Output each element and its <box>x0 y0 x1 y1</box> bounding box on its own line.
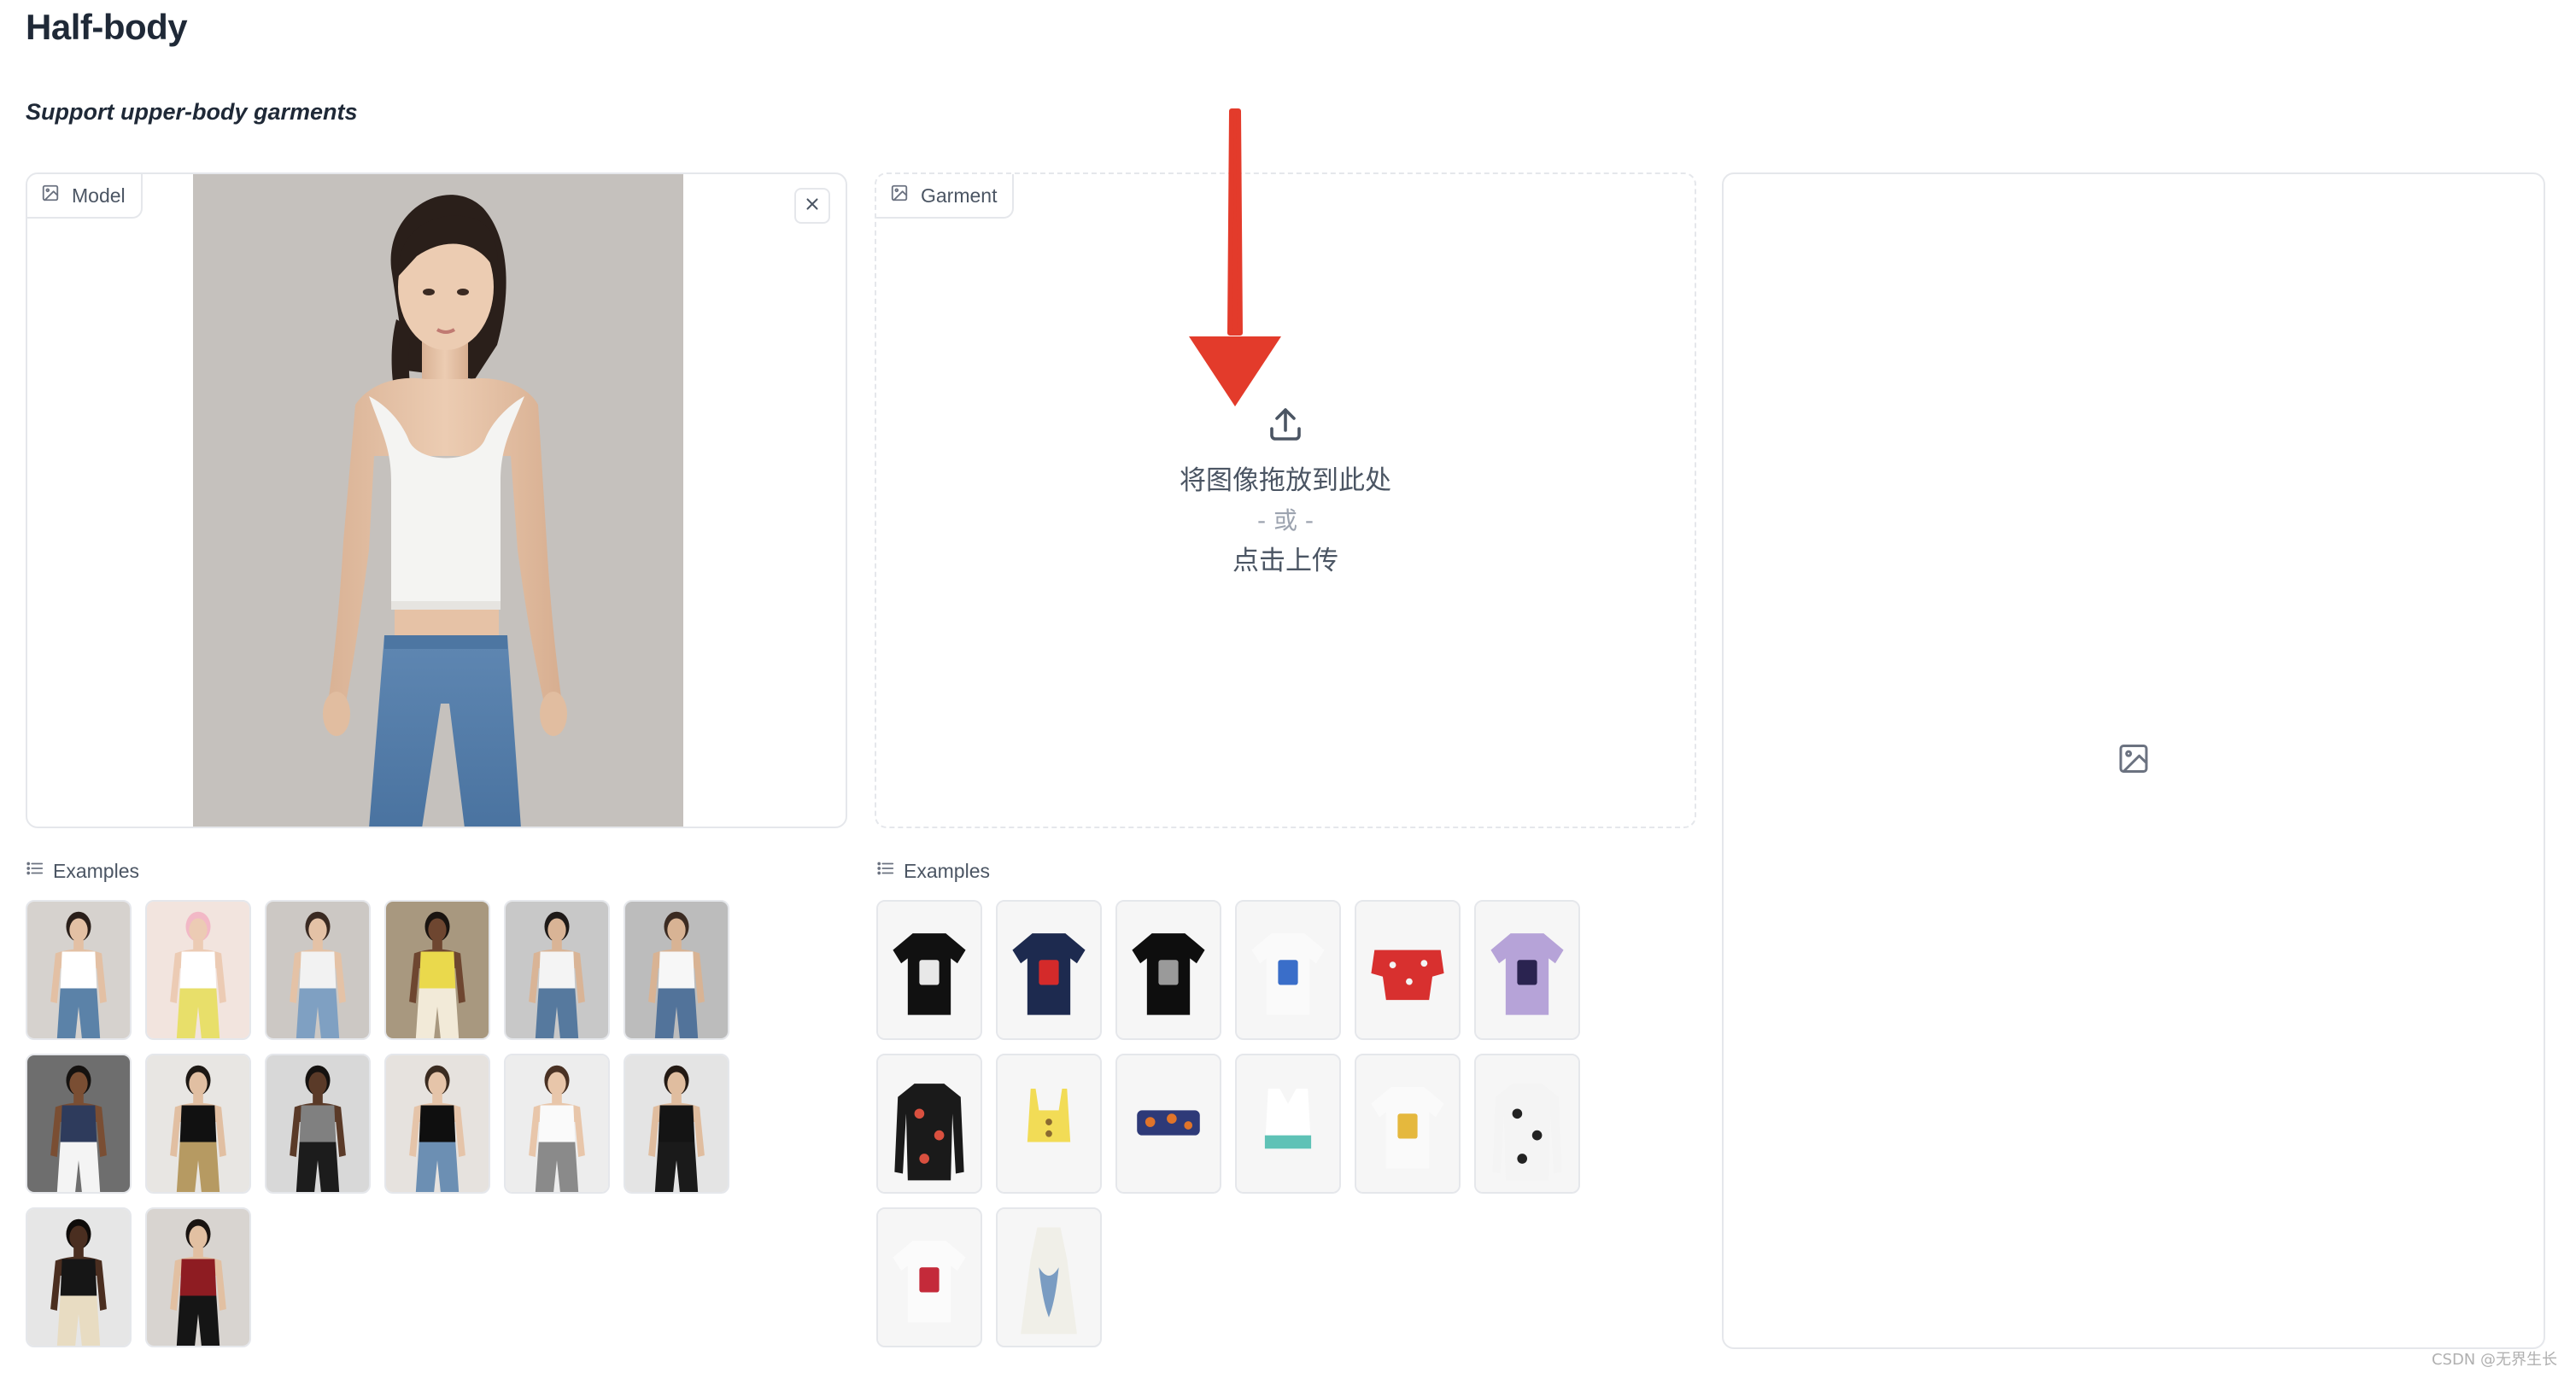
garment-example-thumbnail[interactable] <box>996 1054 1102 1194</box>
garment-example-thumbnail[interactable] <box>996 1207 1102 1347</box>
garment-example-thumbnail[interactable] <box>1355 1054 1461 1194</box>
garment-example-thumbnail[interactable] <box>876 1207 982 1347</box>
garment-example-thumbnail[interactable] <box>1355 900 1461 1040</box>
model-label-text: Model <box>72 184 126 207</box>
page-subtitle: Support upper-body garments <box>26 99 358 125</box>
model-example-thumbnail[interactable] <box>26 900 132 1040</box>
garment-example-thumbnail[interactable] <box>1115 900 1221 1040</box>
image-icon <box>890 184 909 207</box>
model-example-thumbnail[interactable] <box>145 900 251 1040</box>
model-example-thumbnail[interactable] <box>145 1054 251 1194</box>
image-icon <box>41 184 60 207</box>
model-example-thumbnail[interactable] <box>265 1054 371 1194</box>
garment-example-thumbnail[interactable] <box>1235 900 1341 1040</box>
model-example-thumbnail[interactable] <box>384 1054 490 1194</box>
garment-example-thumbnail[interactable] <box>1235 1054 1341 1194</box>
garment-example-thumbnail[interactable] <box>996 900 1102 1040</box>
model-example-thumbnail[interactable] <box>624 1054 729 1194</box>
clear-model-button[interactable] <box>794 188 830 224</box>
upload-or-text: - 或 - <box>1256 505 1314 535</box>
model-photo <box>193 174 683 827</box>
garment-label-text: Garment <box>921 184 998 207</box>
model-examples-text: Examples <box>53 859 139 882</box>
model-example-thumbnail[interactable] <box>145 1207 251 1347</box>
model-example-thumbnail[interactable] <box>384 900 490 1040</box>
garment-example-thumbnail[interactable] <box>876 900 982 1040</box>
page-title: Half-body <box>26 7 188 47</box>
garment-examples-text: Examples <box>904 859 990 882</box>
watermark: CSDN @无界生长 <box>2431 1351 2557 1369</box>
model-example-thumbnail[interactable] <box>26 1207 132 1347</box>
model-example-thumbnail[interactable] <box>26 1054 132 1194</box>
garment-example-thumbnail[interactable] <box>876 1054 982 1194</box>
model-example-thumbnail[interactable] <box>624 900 729 1040</box>
model-example-thumbnail[interactable] <box>265 900 371 1040</box>
model-panel-label: Model <box>27 174 143 219</box>
list-icon <box>26 859 44 883</box>
output-image-panel <box>1722 172 2545 1349</box>
list-icon <box>876 859 895 883</box>
model-example-thumbnail[interactable] <box>504 1054 610 1194</box>
garment-examples-label: Examples <box>876 859 990 883</box>
image-icon <box>2116 742 2151 780</box>
model-image-panel[interactable]: Model <box>26 172 847 828</box>
close-icon <box>803 195 822 218</box>
garment-example-thumbnail[interactable] <box>1474 900 1580 1040</box>
upload-click-text: 点击上传 <box>1232 545 1338 576</box>
model-examples-label: Examples <box>26 859 139 883</box>
model-example-thumbnail[interactable] <box>504 900 610 1040</box>
red-annotation-arrow <box>1189 108 1281 406</box>
garment-panel-label: Garment <box>876 174 1015 219</box>
garment-example-thumbnail[interactable] <box>1474 1054 1580 1194</box>
garment-example-thumbnail[interactable] <box>1115 1054 1221 1194</box>
upload-drop-text: 将图像拖放到此处 <box>1180 464 1391 496</box>
